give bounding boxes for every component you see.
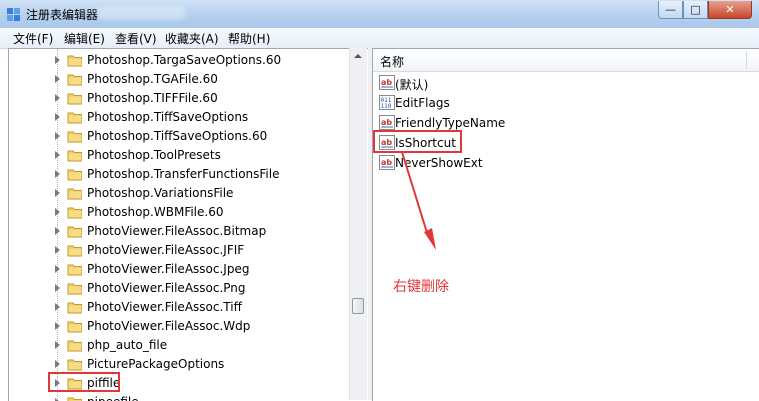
annotation-arrow <box>0 0 759 400</box>
annotation-text: 右键删除 <box>393 276 449 296</box>
